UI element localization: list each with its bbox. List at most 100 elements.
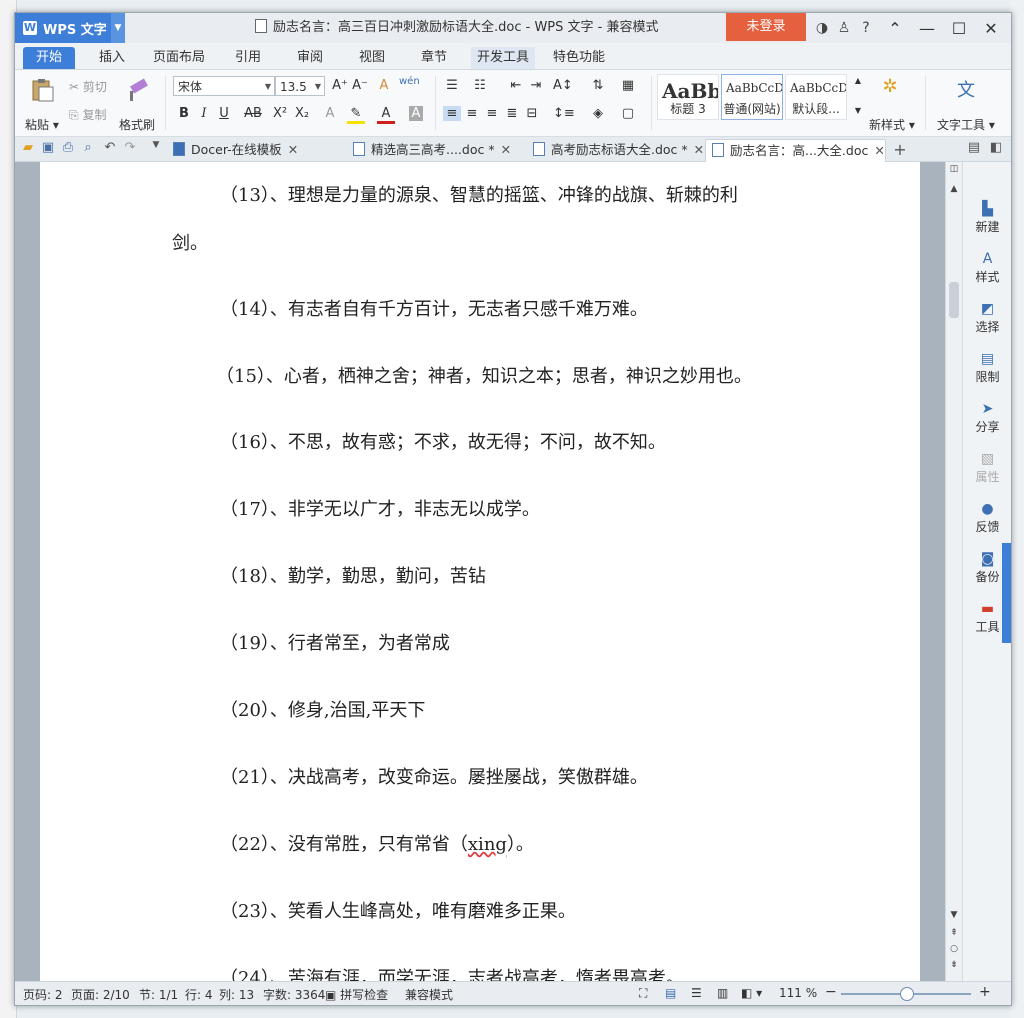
cut-button[interactable]: ✂ 剪切 xyxy=(69,78,107,95)
prev-page-icon[interactable]: ⇞ xyxy=(946,928,962,938)
zoom-slider-thumb[interactable] xyxy=(900,987,914,1001)
font-name-select[interactable]: 宋体 ▼ xyxy=(173,76,275,96)
distribute-icon[interactable]: ⊟ xyxy=(523,106,541,121)
doc-line-24[interactable]: （24）、苦海有涯，而学无涯，志者战高考，惰者畏高考。 xyxy=(220,964,684,981)
font-color-icon[interactable]: A xyxy=(377,106,395,124)
panel-share[interactable]: ➤ 分享 xyxy=(963,402,1011,435)
zoom-out-icon[interactable]: − xyxy=(825,984,837,1000)
phonetic-guide-icon[interactable]: wén xyxy=(399,76,420,87)
doc-line-21[interactable]: （21）、决战高考，改变命运。屡挫屡战，笑傲群雄。 xyxy=(220,763,648,789)
maximize-button[interactable]: ☐ xyxy=(943,19,975,38)
format-painter-button[interactable]: 格式刷 xyxy=(119,116,155,133)
align-left-icon[interactable]: ≡ xyxy=(443,106,461,121)
grow-font-icon[interactable]: A⁺ xyxy=(331,78,349,93)
bullet-list-icon[interactable]: ☰ xyxy=(443,78,461,93)
tab-doc-2[interactable]: 高考励志标语大全.doc * ✕ xyxy=(527,139,704,161)
clear-format-icon[interactable]: A xyxy=(375,78,393,93)
document-page[interactable]: （13）、理想是力量的源泉、智慧的摇篮、冲锋的战旗、斩棘的利 剑。 （14）、有… xyxy=(40,162,920,981)
customize-toolbar-icon[interactable]: ▼ xyxy=(147,140,165,150)
reading-mode-icon[interactable]: ◧ ▾ xyxy=(741,986,762,1000)
doc-line-22[interactable]: （22）、没有常胜，只有常省（xing）。 xyxy=(220,830,534,856)
format-painter-icon[interactable] xyxy=(125,78,151,102)
open-folder-icon[interactable]: ▰ xyxy=(19,140,37,155)
text-tools-button[interactable]: 文字工具 ▾ xyxy=(937,116,995,133)
print-preview-icon[interactable]: ⌕ xyxy=(79,140,97,155)
font-size-select[interactable]: 13.5 ▼ xyxy=(275,76,325,96)
login-button[interactable]: 未登录 xyxy=(726,13,806,41)
next-page-icon[interactable]: ⇟ xyxy=(946,960,962,970)
line-spacing-icon[interactable]: ↕≡ xyxy=(553,106,575,121)
tab-view[interactable]: 视图 xyxy=(347,47,397,69)
doc-line-23[interactable]: （23）、笑看人生峰高处，唯有磨难多正果。 xyxy=(220,897,576,923)
status-page-code[interactable]: 页码: 2 xyxy=(23,986,63,1003)
spell-check-toggle[interactable]: ▣ 拼写检查 xyxy=(325,986,388,1003)
doc-line-15[interactable]: （15）、心者，栖神之舍；神者，知识之本；思者，神识之妙用也。 xyxy=(216,362,752,388)
close-button[interactable]: ✕ xyxy=(975,19,1007,38)
tab-list-icon[interactable]: ▤ xyxy=(965,140,983,155)
numbered-list-icon[interactable]: ☷ xyxy=(471,78,489,93)
style-heading3[interactable]: AaBb( 标题 3 xyxy=(657,74,719,120)
tab-home[interactable]: 开始 xyxy=(23,47,75,69)
status-row[interactable]: 行: 4 xyxy=(185,986,213,1003)
zoom-level[interactable]: 111 % xyxy=(779,986,817,1000)
tab-section[interactable]: 章节 xyxy=(409,47,459,69)
tab-special[interactable]: 特色功能 xyxy=(547,47,611,69)
minimize-button[interactable]: — xyxy=(911,19,943,38)
paste-icon[interactable] xyxy=(29,78,55,102)
save-icon[interactable]: ▣ xyxy=(39,140,57,155)
status-col[interactable]: 列: 13 xyxy=(219,986,254,1003)
doc-line-19[interactable]: （19）、行者常至，为者常成 xyxy=(220,629,450,655)
text-tools-icon[interactable]: 文 xyxy=(953,76,979,102)
status-page[interactable]: 页面: 2/10 xyxy=(71,986,130,1003)
skin-icon[interactable]: ◑ xyxy=(811,20,833,36)
doc-line-13b[interactable]: 剑。 xyxy=(172,229,208,255)
doc-line-13a[interactable]: （13）、理想是力量的源泉、智慧的摇篮、冲锋的战旗、斩棘的利 xyxy=(220,181,738,207)
redo-icon[interactable]: ↷ xyxy=(121,140,139,155)
new-style-button[interactable]: 新样式 ▾ xyxy=(869,116,915,133)
styles-scroll-up-icon[interactable]: ▲ xyxy=(849,76,867,85)
shading-icon[interactable]: ◈ xyxy=(589,106,607,121)
select-browse-icon[interactable]: ○ xyxy=(946,944,962,954)
align-right-icon[interactable]: ≡ xyxy=(483,106,501,121)
help-icon[interactable]: ? xyxy=(855,20,877,36)
italic-icon[interactable]: I xyxy=(195,106,213,121)
text-direction-icon[interactable]: A↕ xyxy=(553,78,573,93)
subscript-icon[interactable]: X₂ xyxy=(293,106,311,121)
tab-review[interactable]: 审阅 xyxy=(285,47,335,69)
scroll-up-icon[interactable]: ▲ xyxy=(946,184,962,194)
doc-line-16[interactable]: （16）、不思，故有惑；不求，故无得；不问，故不知。 xyxy=(220,428,666,454)
paste-button[interactable]: 粘贴 ▾ xyxy=(25,116,59,133)
panel-select[interactable]: ◩ 选择 xyxy=(963,302,1011,335)
styles-more-icon[interactable]: ▼ xyxy=(849,106,867,115)
tab-docer-templates[interactable]: Docer-在线模板 ✕ xyxy=(167,139,298,161)
panel-new[interactable]: ▙ 新建 xyxy=(963,202,1011,235)
strikethrough-icon[interactable]: AB xyxy=(241,106,265,121)
doc-line-20[interactable]: （20）、修身,治国,平天下 xyxy=(220,696,425,722)
new-style-icon[interactable]: ✲ xyxy=(877,76,903,97)
status-word-count[interactable]: 字数: 3364 xyxy=(263,986,325,1003)
collapse-ribbon-icon[interactable]: ⌃ xyxy=(879,19,911,38)
align-center-icon[interactable]: ≡ xyxy=(463,106,481,121)
app-menu-button[interactable]: W WPS 文字 ▼ xyxy=(15,13,125,43)
superscript-icon[interactable]: X² xyxy=(271,106,289,121)
panel-restrict[interactable]: ▤ 限制 xyxy=(963,352,1011,385)
vertical-scrollbar[interactable]: ◫ ▲ ▼ ⇞ ○ ⇟ xyxy=(945,162,962,981)
tab-page-layout[interactable]: 页面布局 xyxy=(147,47,211,69)
doc-line-18[interactable]: （18）、勤学，勤思，勤问，苦钻 xyxy=(220,562,486,588)
copy-button[interactable]: ⎘ 复制 xyxy=(69,106,106,123)
decrease-indent-icon[interactable]: ⇤ xyxy=(507,78,525,93)
border-icon[interactable]: ▢ xyxy=(619,106,637,121)
status-section[interactable]: 节: 1/1 xyxy=(139,986,178,1003)
shrink-font-icon[interactable]: A⁻ xyxy=(351,78,369,93)
zoom-in-icon[interactable]: + xyxy=(979,984,991,1000)
tab-menu-icon[interactable]: ◧ xyxy=(987,140,1005,155)
sort-icon[interactable]: ⇅ xyxy=(589,78,607,93)
panel-properties[interactable]: ▧ 属性 xyxy=(963,452,1011,485)
panel-styles[interactable]: A 样式 xyxy=(963,252,1011,285)
full-screen-icon[interactable]: ⛶ xyxy=(639,986,647,1001)
tab-insert[interactable]: 插入 xyxy=(87,47,137,69)
view-toggle-icon[interactable]: ◫ xyxy=(946,164,962,174)
page-view-icon[interactable]: ▤ xyxy=(665,986,676,1000)
style-default-paragraph[interactable]: AaBbCcDd 默认段... xyxy=(785,74,847,120)
text-effect-icon[interactable]: A xyxy=(321,106,339,121)
